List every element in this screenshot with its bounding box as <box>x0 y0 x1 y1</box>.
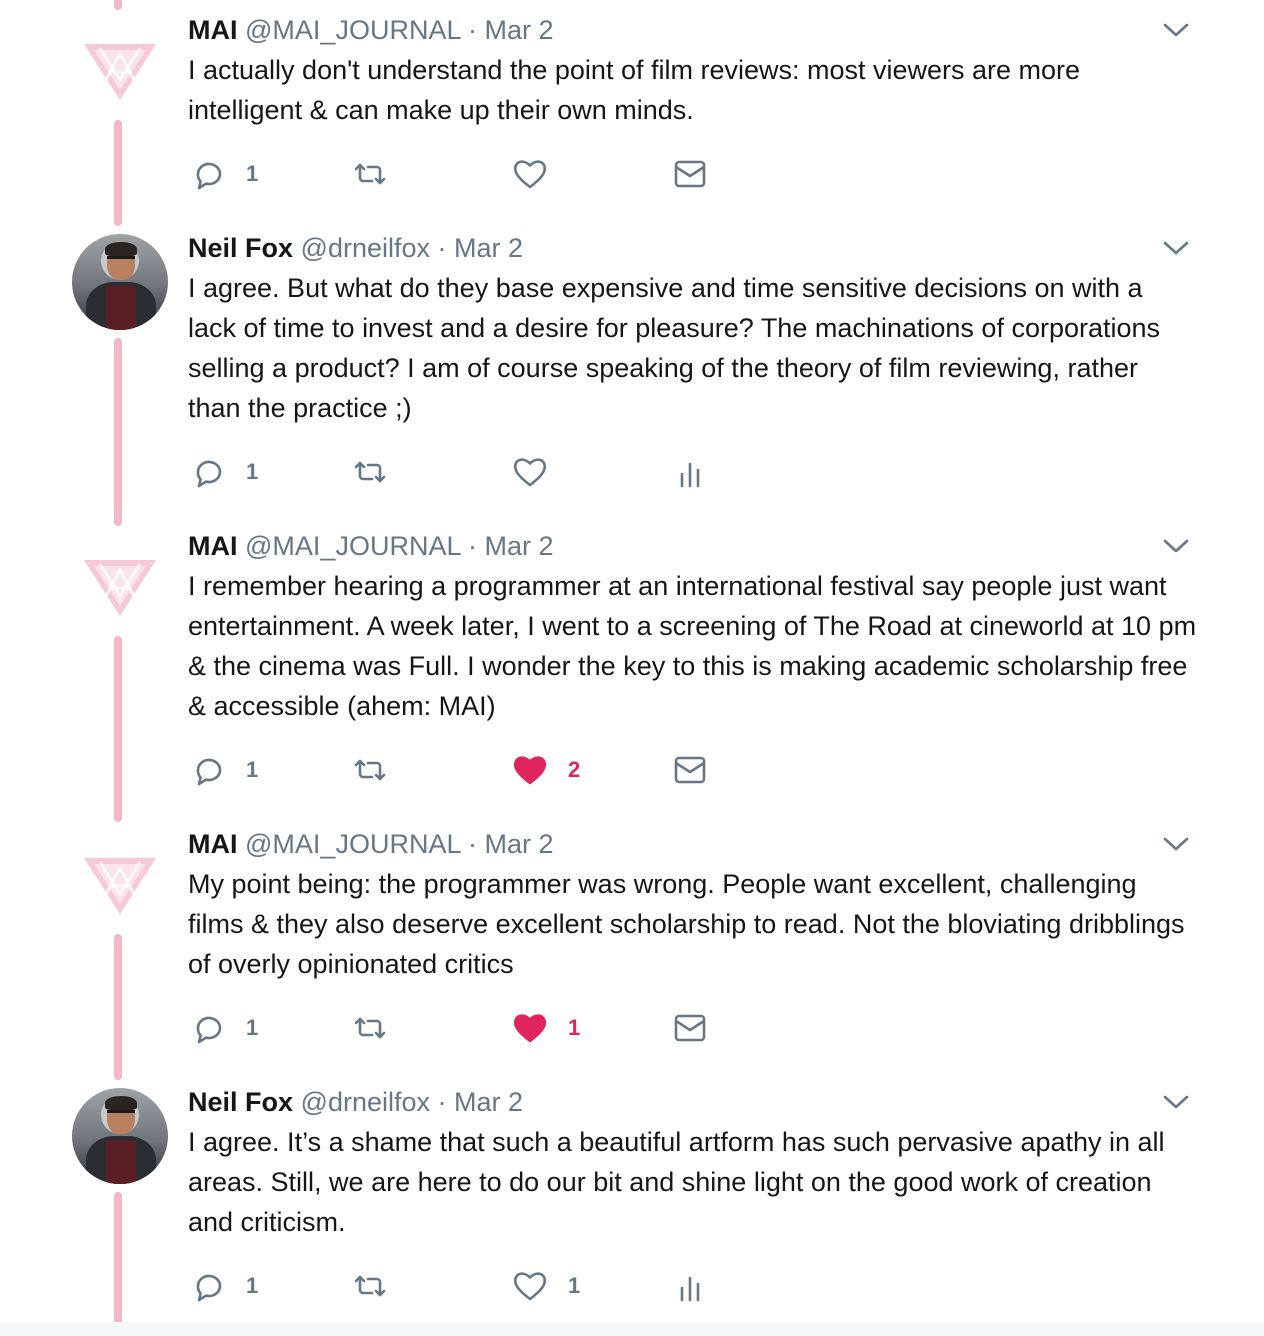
author-name[interactable]: Neil Fox <box>188 233 293 263</box>
author-handle[interactable]: @drneilfox <box>301 233 430 263</box>
direct-message-button[interactable] <box>672 750 772 790</box>
conversation-thread: MAI @MAI_JOURNAL · Mar 2 I actually don't… <box>0 0 1264 1336</box>
tweet-text: My point being: the programmer was wrong… <box>188 869 1193 979</box>
reply-button[interactable]: 1 <box>190 452 290 492</box>
tweet-header: Neil Fox @drneilfox · Mar 2 <box>188 230 523 266</box>
author-handle[interactable]: @drneilfox <box>301 1087 430 1117</box>
retweet-button[interactable] <box>352 1266 452 1306</box>
separator-dot: · <box>467 15 477 45</box>
author-name[interactable]: MAI <box>188 531 238 561</box>
analytics-button[interactable] <box>672 452 772 492</box>
avatar-mai-logo[interactable] <box>72 40 168 136</box>
tweet-date[interactable]: Mar 2 <box>454 233 523 263</box>
separator-dot: · <box>467 531 477 561</box>
tweet-header: MAI @MAI_JOURNAL · Mar 2 <box>188 528 554 564</box>
separator-dot: · <box>437 233 447 263</box>
tweet-date[interactable]: Mar 2 <box>485 15 554 45</box>
retweet-button[interactable] <box>352 1008 452 1048</box>
thread-line <box>114 0 122 10</box>
retweet-button[interactable] <box>352 452 452 492</box>
thread-line <box>114 934 122 1080</box>
thread-line <box>114 338 122 526</box>
reply-button[interactable]: 1 <box>190 750 290 790</box>
tweet-header: MAI @MAI_JOURNAL · Mar 2 <box>188 826 554 862</box>
separator-dot: · <box>467 829 477 859</box>
author-handle[interactable]: @MAI_JOURNAL <box>245 531 460 561</box>
avatar-mai-logo[interactable] <box>72 854 168 950</box>
reply-count: 1 <box>246 1015 259 1040</box>
tweet-header: MAI @MAI_JOURNAL · Mar 2 <box>188 12 554 48</box>
author-name[interactable]: MAI <box>188 829 238 859</box>
reply-button[interactable]: 1 <box>190 1008 290 1048</box>
author-name[interactable]: MAI <box>188 15 238 45</box>
avatar-neil-fox[interactable] <box>72 1088 168 1184</box>
retweet-button[interactable] <box>352 750 452 790</box>
retweet-button[interactable] <box>352 154 452 194</box>
chevron-down-icon[interactable] <box>1162 20 1190 40</box>
tweet-date[interactable]: Mar 2 <box>485 829 554 859</box>
like-button[interactable]: 1 <box>512 1008 612 1048</box>
reply-button[interactable]: 1 <box>190 154 290 194</box>
tweet-header: Neil Fox @drneilfox · Mar 2 <box>188 1084 523 1120</box>
reply-count: 1 <box>246 1273 259 1298</box>
direct-message-button[interactable] <box>672 154 772 194</box>
like-button[interactable]: 2 <box>512 750 612 790</box>
like-count: 1 <box>568 1273 581 1298</box>
author-handle[interactable]: @MAI_JOURNAL <box>245 829 460 859</box>
direct-message-button[interactable] <box>672 1008 772 1048</box>
chevron-down-icon[interactable] <box>1162 536 1190 556</box>
reply-count: 1 <box>246 757 259 782</box>
like-button[interactable] <box>512 154 612 194</box>
tweet-date[interactable]: Mar 2 <box>454 1087 523 1117</box>
avatar-mai-logo[interactable] <box>72 556 168 652</box>
tweet-text: I remember hearing a programmer at an in… <box>188 571 1204 721</box>
reply-button[interactable]: 1 <box>190 1266 290 1306</box>
like-count: 2 <box>568 757 581 782</box>
separator-dot: · <box>437 1087 447 1117</box>
chevron-down-icon[interactable] <box>1162 238 1190 258</box>
reply-count: 1 <box>246 161 259 186</box>
like-button[interactable] <box>512 452 612 492</box>
reply-count: 1 <box>246 459 259 484</box>
bottom-bar <box>0 1322 1264 1336</box>
chevron-down-icon[interactable] <box>1162 1092 1190 1112</box>
analytics-button[interactable] <box>672 1266 772 1306</box>
author-name[interactable]: Neil Fox <box>188 1087 293 1117</box>
thread-line <box>114 1192 122 1336</box>
author-handle[interactable]: @MAI_JOURNAL <box>245 15 460 45</box>
chevron-down-icon[interactable] <box>1162 834 1190 854</box>
like-button[interactable]: 1 <box>512 1266 612 1306</box>
tweet-date[interactable]: Mar 2 <box>485 531 554 561</box>
like-count: 1 <box>568 1015 581 1040</box>
tweet-text: I agree. But what do they base expensive… <box>188 273 1168 423</box>
tweet-text: I agree. It’s a shame that such a beauti… <box>188 1127 1173 1237</box>
avatar-neil-fox[interactable] <box>72 234 168 330</box>
tweet-text: I actually don't understand the point of… <box>188 55 1088 125</box>
thread-line <box>114 636 122 822</box>
